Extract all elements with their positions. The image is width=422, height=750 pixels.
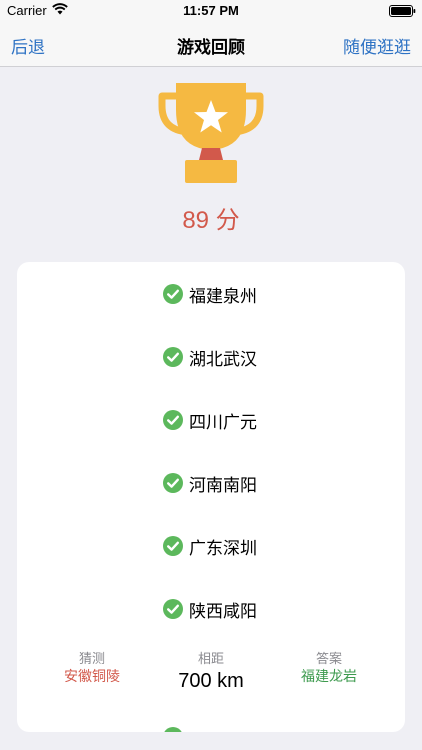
- check-icon: [163, 727, 183, 732]
- score-label: 89 分: [182, 207, 240, 234]
- list-item-label: 四川广元: [189, 412, 257, 433]
- list-item[interactable]: 广东深圳: [17, 531, 405, 561]
- status-bar: Carrier 11:57 PM: [0, 0, 422, 22]
- distance-column: 相距 700 km: [165, 652, 257, 695]
- browse-button[interactable]: 随便逛逛: [343, 33, 411, 58]
- check-icon: [163, 599, 183, 619]
- check-icon: [163, 473, 183, 493]
- check-icon: [163, 410, 183, 430]
- answer-value: 福建龙岩: [301, 669, 357, 685]
- distance-value: 700 km: [178, 670, 244, 692]
- navigation-bar: 后退 游戏回顾 随便逛逛: [0, 22, 422, 67]
- results-card[interactable]: 福建泉州湖北武汉四川广元河南南阳广东深圳陕西咸阳 猜测 安徽铜陵 相距 700 …: [17, 262, 405, 732]
- guess-value: 安徽铜陵: [64, 669, 120, 685]
- list-item-label: 广东深圳: [189, 538, 257, 559]
- check-icon: [163, 347, 183, 367]
- list-item-label: 河南南阳: [189, 475, 257, 496]
- list-item[interactable]: 四川广元: [17, 405, 405, 435]
- partial-list-item: [17, 722, 405, 732]
- check-icon: [163, 536, 183, 556]
- list-item-label: 福建泉州: [189, 286, 257, 307]
- answer-caption: 答案: [315, 652, 342, 667]
- list-item[interactable]: 湖北武汉: [17, 342, 405, 372]
- list-item-label: 陕西咸阳: [189, 601, 257, 622]
- list-item[interactable]: 陕西咸阳: [17, 594, 405, 624]
- list-item-label: 湖北武汉: [189, 349, 257, 370]
- check-icon: [163, 284, 183, 304]
- trophy-icon: [158, 80, 264, 190]
- list-item[interactable]: 福建泉州: [17, 279, 405, 309]
- list-item[interactable]: 河南南阳: [17, 468, 405, 498]
- battery-icon: [389, 5, 416, 21]
- status-time: 11:57 PM: [183, 3, 239, 18]
- distance-caption: 相距: [197, 652, 224, 667]
- guess-caption: 猜测: [78, 652, 105, 667]
- answer-column: 答案 福建龙岩: [284, 652, 374, 687]
- guess-column: 猜测 安徽铜陵: [47, 652, 137, 687]
